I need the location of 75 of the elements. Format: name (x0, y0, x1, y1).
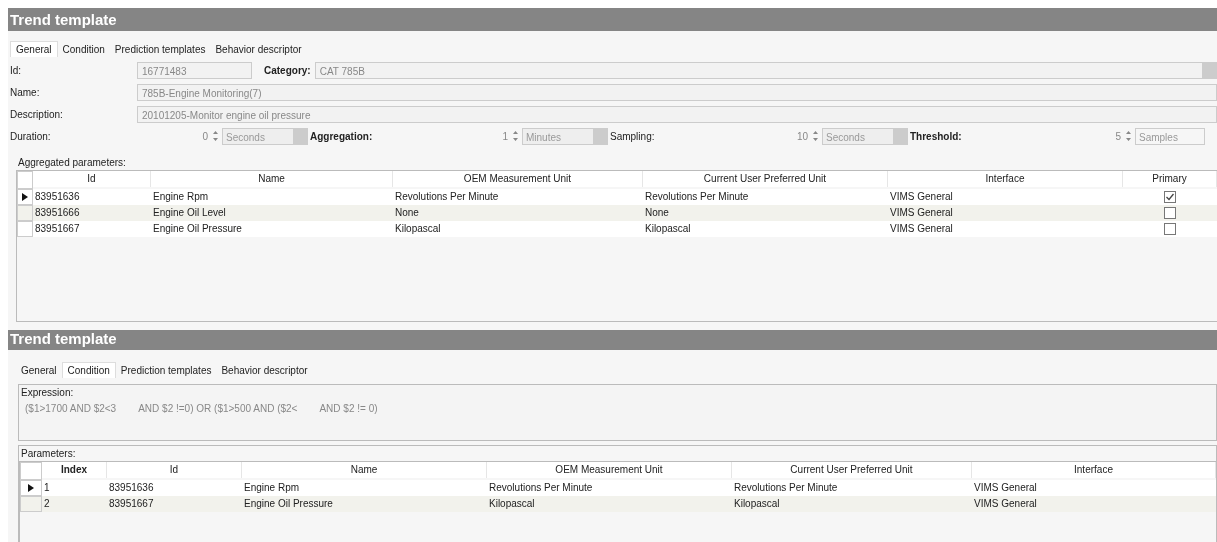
table-cell: Revolutions Per Minute (487, 480, 732, 496)
table-cell: Kilopascal (393, 221, 643, 237)
field-label: Aggregation: (309, 130, 374, 142)
table-cell: Engine Rpm (151, 189, 393, 205)
table-cell: 1 (42, 480, 107, 496)
table-cell: Revolutions Per Minute (643, 189, 888, 205)
spinner-arrows-icon[interactable] (811, 129, 820, 143)
table-cell: 83951667 (33, 221, 151, 237)
field-label: Description: (9, 108, 64, 120)
spinner-arrows-icon[interactable] (511, 129, 520, 143)
checkbox[interactable] (1164, 207, 1176, 219)
table-cell: VIMS General (972, 496, 1216, 512)
table-label: Aggregated parameters: (17, 156, 127, 170)
spinner-value[interactable]: 5 (1115, 130, 1124, 142)
table-cell: 83951666 (33, 205, 151, 221)
table-cell: VIMS General (888, 205, 1123, 221)
tab[interactable]: Condition (57, 41, 110, 57)
table-cell: None (393, 205, 643, 221)
table-cell: VIMS General (888, 189, 1123, 205)
spinner-value[interactable]: 1 (502, 130, 511, 142)
spinner-value[interactable]: 0 (202, 130, 211, 142)
column-header[interactable]: Interface (888, 171, 1123, 187)
column-header[interactable]: Id (107, 462, 242, 478)
row-pointer-icon (22, 193, 28, 201)
tab[interactable]: Behavior descriptor (210, 41, 307, 57)
table-cell: Kilopascal (487, 496, 732, 512)
field-label: Id: (9, 64, 23, 76)
spinner-value[interactable]: 10 (796, 130, 811, 142)
table-cell: 83951636 (33, 189, 151, 205)
field-label: Duration: (9, 130, 52, 142)
column-header[interactable]: Id (33, 171, 151, 187)
field-label: Expression: (20, 386, 75, 400)
column-header[interactable]: Current User Preferred Unit (643, 171, 888, 187)
tab[interactable]: Behavior descriptor (216, 362, 313, 378)
spinner-arrows-icon[interactable] (1124, 129, 1133, 143)
panel-title: Trend template (8, 330, 1217, 350)
table-cell: VIMS General (888, 221, 1123, 237)
table-cell: Engine Rpm (242, 480, 487, 496)
field-label: Threshold: (909, 130, 963, 142)
column-header[interactable]: Interface (972, 462, 1216, 478)
table-cell: Revolutions Per Minute (732, 480, 972, 496)
table-cell: 2 (42, 496, 107, 512)
table-cell: 83951667 (107, 496, 242, 512)
column-header[interactable]: Index (42, 462, 107, 478)
table-cell: Engine Oil Pressure (151, 221, 393, 237)
checkbox[interactable] (1164, 191, 1176, 203)
spinner-arrows-icon[interactable] (211, 129, 220, 143)
tab[interactable]: General (16, 362, 62, 378)
table-cell: Engine Oil Level (151, 205, 393, 221)
field-label: Category: (263, 64, 312, 76)
tab[interactable]: General (10, 41, 58, 57)
column-header[interactable]: OEM Measurement Unit (487, 462, 732, 478)
table-cell: Kilopascal (643, 221, 888, 237)
row-pointer-icon (28, 484, 34, 492)
column-header[interactable]: Name (242, 462, 487, 478)
row-header[interactable] (20, 480, 42, 496)
row-header[interactable] (17, 189, 33, 205)
table-label: Parameters: (20, 447, 77, 461)
column-header[interactable]: OEM Measurement Unit (393, 171, 643, 187)
column-header[interactable]: Current User Preferred Unit (732, 462, 972, 478)
table-cell: Revolutions Per Minute (393, 189, 643, 205)
tab[interactable]: Prediction templates (115, 362, 217, 378)
checkbox[interactable] (1164, 223, 1176, 235)
field-label: Name: (9, 86, 41, 98)
tab[interactable]: Prediction templates (109, 41, 211, 57)
table-cell: None (643, 205, 888, 221)
table-cell: Kilopascal (732, 496, 972, 512)
table-cell: 83951636 (107, 480, 242, 496)
column-header[interactable]: Primary (1123, 171, 1217, 187)
column-header[interactable]: Name (151, 171, 393, 187)
panel-title: Trend template (8, 8, 1217, 31)
table-cell: VIMS General (972, 480, 1216, 496)
tab[interactable]: Condition (61, 362, 116, 378)
table-cell: Engine Oil Pressure (242, 496, 487, 512)
field-label: Sampling: (609, 130, 656, 142)
